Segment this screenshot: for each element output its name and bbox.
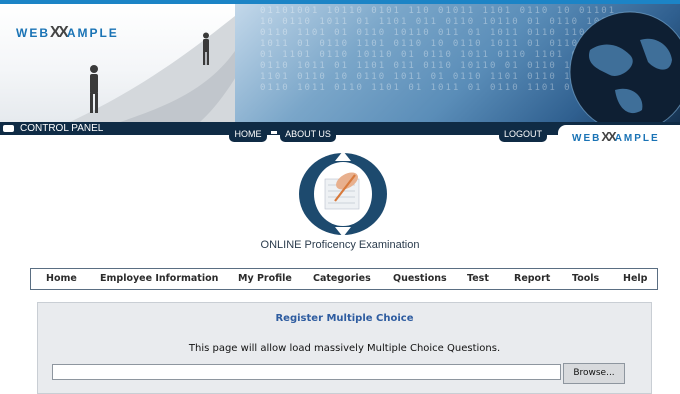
person-silhouette-icon: [90, 65, 98, 113]
logout-button[interactable]: LOGOUT: [499, 127, 547, 142]
globe-icon: [569, 11, 680, 122]
tab-home[interactable]: HOME: [229, 127, 267, 142]
page-title: Register Multiple Choice: [275, 313, 414, 324]
page-description: This page will allow load massively Mult…: [188, 343, 501, 354]
exam-emblem-icon: [299, 151, 387, 237]
menu-item-report[interactable]: Report: [514, 269, 550, 289]
menu-item-categories[interactable]: Categories: [313, 269, 371, 289]
header-banner: 01101001 10110 0101 110 01011 1101 0110 …: [0, 0, 680, 122]
person-silhouette-icon: [203, 32, 209, 65]
register-panel: Register Multiple Choice This page will …: [37, 302, 652, 394]
menu-item-help[interactable]: Help: [623, 269, 647, 289]
brand-logo-small: WEBXXAMPLE: [572, 129, 660, 144]
menu-item-tools[interactable]: Tools: [572, 269, 599, 289]
control-bar: CONTROL PANEL HOME ABOUT US LOGOUT WEBXX…: [0, 122, 680, 144]
exam-title: ONLINE Proficency Examination: [260, 239, 420, 251]
menu-item-test[interactable]: Test: [467, 269, 489, 289]
brand-logo-tab: WEBXXAMPLE: [558, 125, 680, 144]
menu-item-home[interactable]: Home: [46, 269, 77, 289]
tab-about-us[interactable]: ABOUT US: [280, 127, 336, 142]
control-panel-icon: [3, 125, 14, 132]
file-path-input[interactable]: [52, 364, 561, 380]
menu-item-employee-information[interactable]: Employee Information: [100, 269, 218, 289]
menu-item-my-profile[interactable]: My Profile: [238, 269, 292, 289]
tab-separator: [271, 131, 277, 134]
brand-logo: WEBXXAMPLE: [16, 24, 119, 41]
menu-item-questions[interactable]: Questions: [393, 269, 447, 289]
browse-button[interactable]: Browse...: [563, 363, 625, 384]
main-menu: Home Employee Information My Profile Cat…: [30, 268, 658, 290]
control-panel-label: CONTROL PANEL: [20, 123, 104, 134]
